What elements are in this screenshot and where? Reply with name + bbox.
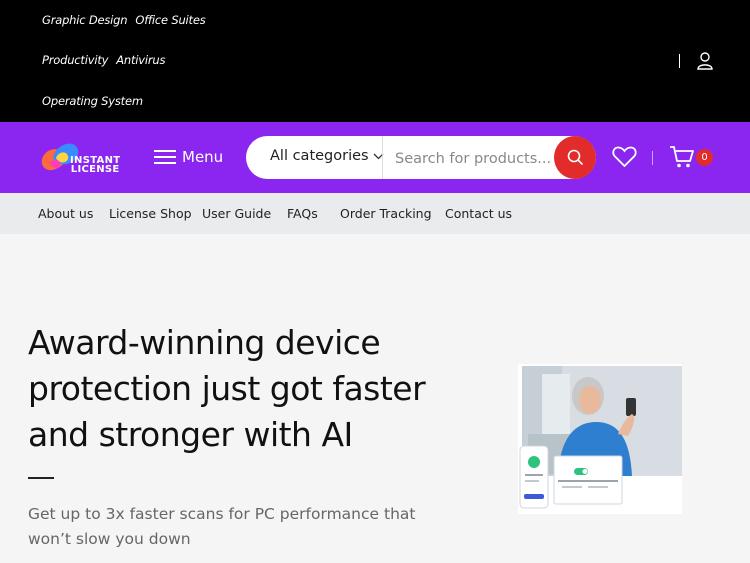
- nav-item-user-guide[interactable]: User Guide: [202, 206, 271, 221]
- top-links-row-3: Operating System: [42, 94, 151, 108]
- top-link-office-suites[interactable]: Office Suites: [135, 13, 205, 27]
- top-links-row-1: Graphic Design Office Suites: [42, 13, 214, 27]
- main-nav: About us License Shop User Guide FAQs Or…: [0, 193, 750, 234]
- user-icon[interactable]: [697, 52, 713, 70]
- hero-divider: [28, 477, 54, 479]
- heart-icon[interactable]: [612, 146, 637, 168]
- hero-title: Award-winning device protection just got…: [28, 323, 426, 454]
- search-input[interactable]: [393, 147, 552, 171]
- menu-label: Menu: [182, 148, 224, 166]
- nav-item-about-us[interactable]: About us: [38, 206, 93, 221]
- category-dropdown[interactable]: All categories: [270, 148, 384, 164]
- nav-item-contact-us[interactable]: Contact us: [445, 206, 512, 221]
- header-divider: [652, 151, 653, 165]
- top-link-graphic-design[interactable]: Graphic Design: [42, 13, 128, 27]
- nav-item-order-tracking[interactable]: Order Tracking: [340, 206, 432, 221]
- logo-line-2: LICENSE: [70, 164, 120, 175]
- category-label: All categories: [270, 148, 369, 164]
- cart-icon[interactable]: [669, 145, 695, 169]
- hero-image: [518, 364, 682, 514]
- top-link-operating-system[interactable]: Operating System: [42, 94, 143, 108]
- top-links-row-2: Productivity Antivirus: [42, 53, 173, 67]
- search-button[interactable]: [554, 136, 596, 179]
- top-link-antivirus[interactable]: Antivirus: [116, 53, 165, 67]
- search-icon: [567, 149, 583, 166]
- search-divider: [382, 136, 383, 179]
- hero-subtitle: Get up to 3x faster scans for PC perform…: [28, 505, 416, 548]
- top-divider: [679, 54, 680, 68]
- menu-icon: [154, 150, 176, 164]
- search-bar: All categories: [246, 136, 596, 179]
- nav-item-license-shop[interactable]: License Shop: [109, 206, 192, 221]
- cart-count-badge: 0: [696, 149, 713, 166]
- logo-text: INSTANT LICENSE: [70, 156, 120, 175]
- nav-item-faqs[interactable]: FAQs: [287, 206, 318, 221]
- top-link-productivity[interactable]: Productivity: [42, 53, 108, 67]
- menu-button[interactable]: Menu: [154, 148, 223, 166]
